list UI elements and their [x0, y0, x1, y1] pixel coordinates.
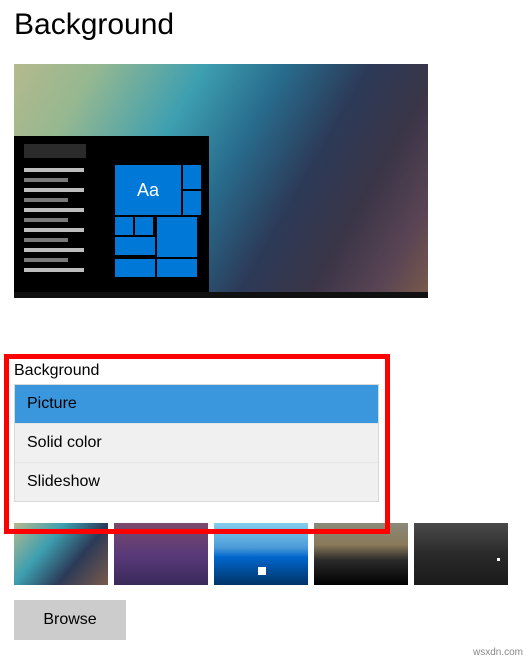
desktop-mock: Aa — [14, 136, 209, 298]
picture-thumb-3[interactable] — [214, 523, 308, 585]
dropdown-option-picture[interactable]: Picture — [15, 385, 378, 424]
picture-thumb-2[interactable] — [114, 523, 208, 585]
picture-thumbnails — [14, 523, 508, 585]
picture-thumb-1[interactable] — [14, 523, 108, 585]
picture-thumb-4[interactable] — [314, 523, 408, 585]
watermark: wsxdn.com — [473, 647, 523, 658]
page-title: Background — [0, 0, 527, 42]
background-preview: Aa — [14, 64, 428, 298]
background-dropdown[interactable]: Picture Solid color Slideshow — [14, 384, 379, 502]
dropdown-option-solid-color[interactable]: Solid color — [15, 424, 378, 463]
background-dropdown-label: Background — [14, 362, 386, 384]
aa-tile: Aa — [115, 165, 181, 215]
dropdown-option-slideshow[interactable]: Slideshow — [15, 463, 378, 501]
picture-thumb-5[interactable] — [414, 523, 508, 585]
browse-button[interactable]: Browse — [14, 600, 126, 640]
